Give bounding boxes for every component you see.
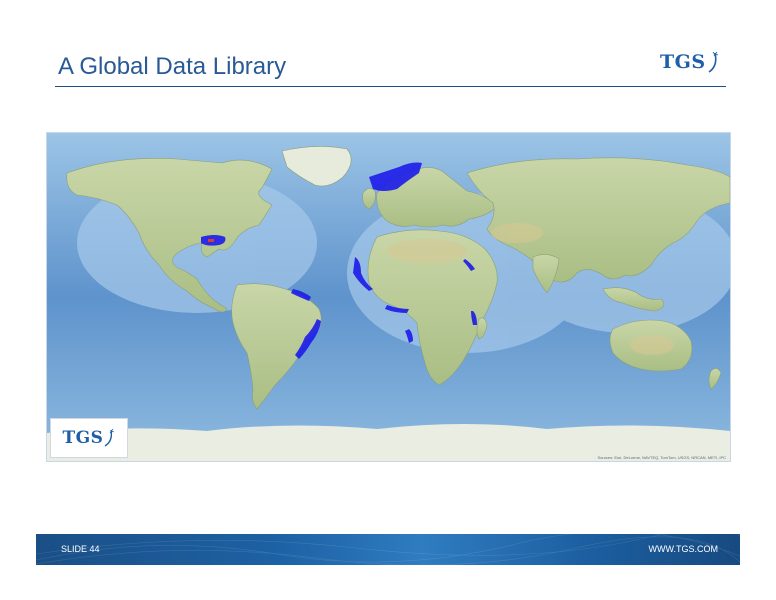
map-logo-box: TGS (50, 418, 128, 458)
website-link[interactable]: WWW.TGS.COM (649, 544, 719, 555)
swoosh-icon (708, 51, 718, 73)
swoosh-icon (105, 428, 115, 447)
map-credit: Sources: Esri, DeLorme, NAVTEQ, TomTom, … (597, 455, 726, 460)
gulf-marker (208, 239, 214, 242)
page-title: A Global Data Library (58, 53, 287, 80)
slide-number: SLIDE 44 (61, 544, 100, 554)
map-logo-wordmark: TGS (62, 427, 104, 448)
world-map: TGS Sources: Esri, DeLorme, NAVTEQ, TomT… (46, 132, 731, 462)
world-map-canvas (47, 133, 730, 461)
footer-wave-pattern (36, 534, 740, 565)
footer-bar: SLIDE 44 WWW.TGS.COM (36, 534, 740, 565)
title-divider (55, 86, 726, 87)
tgs-logo: TGS (660, 50, 720, 74)
logo-wordmark: TGS (660, 50, 706, 73)
